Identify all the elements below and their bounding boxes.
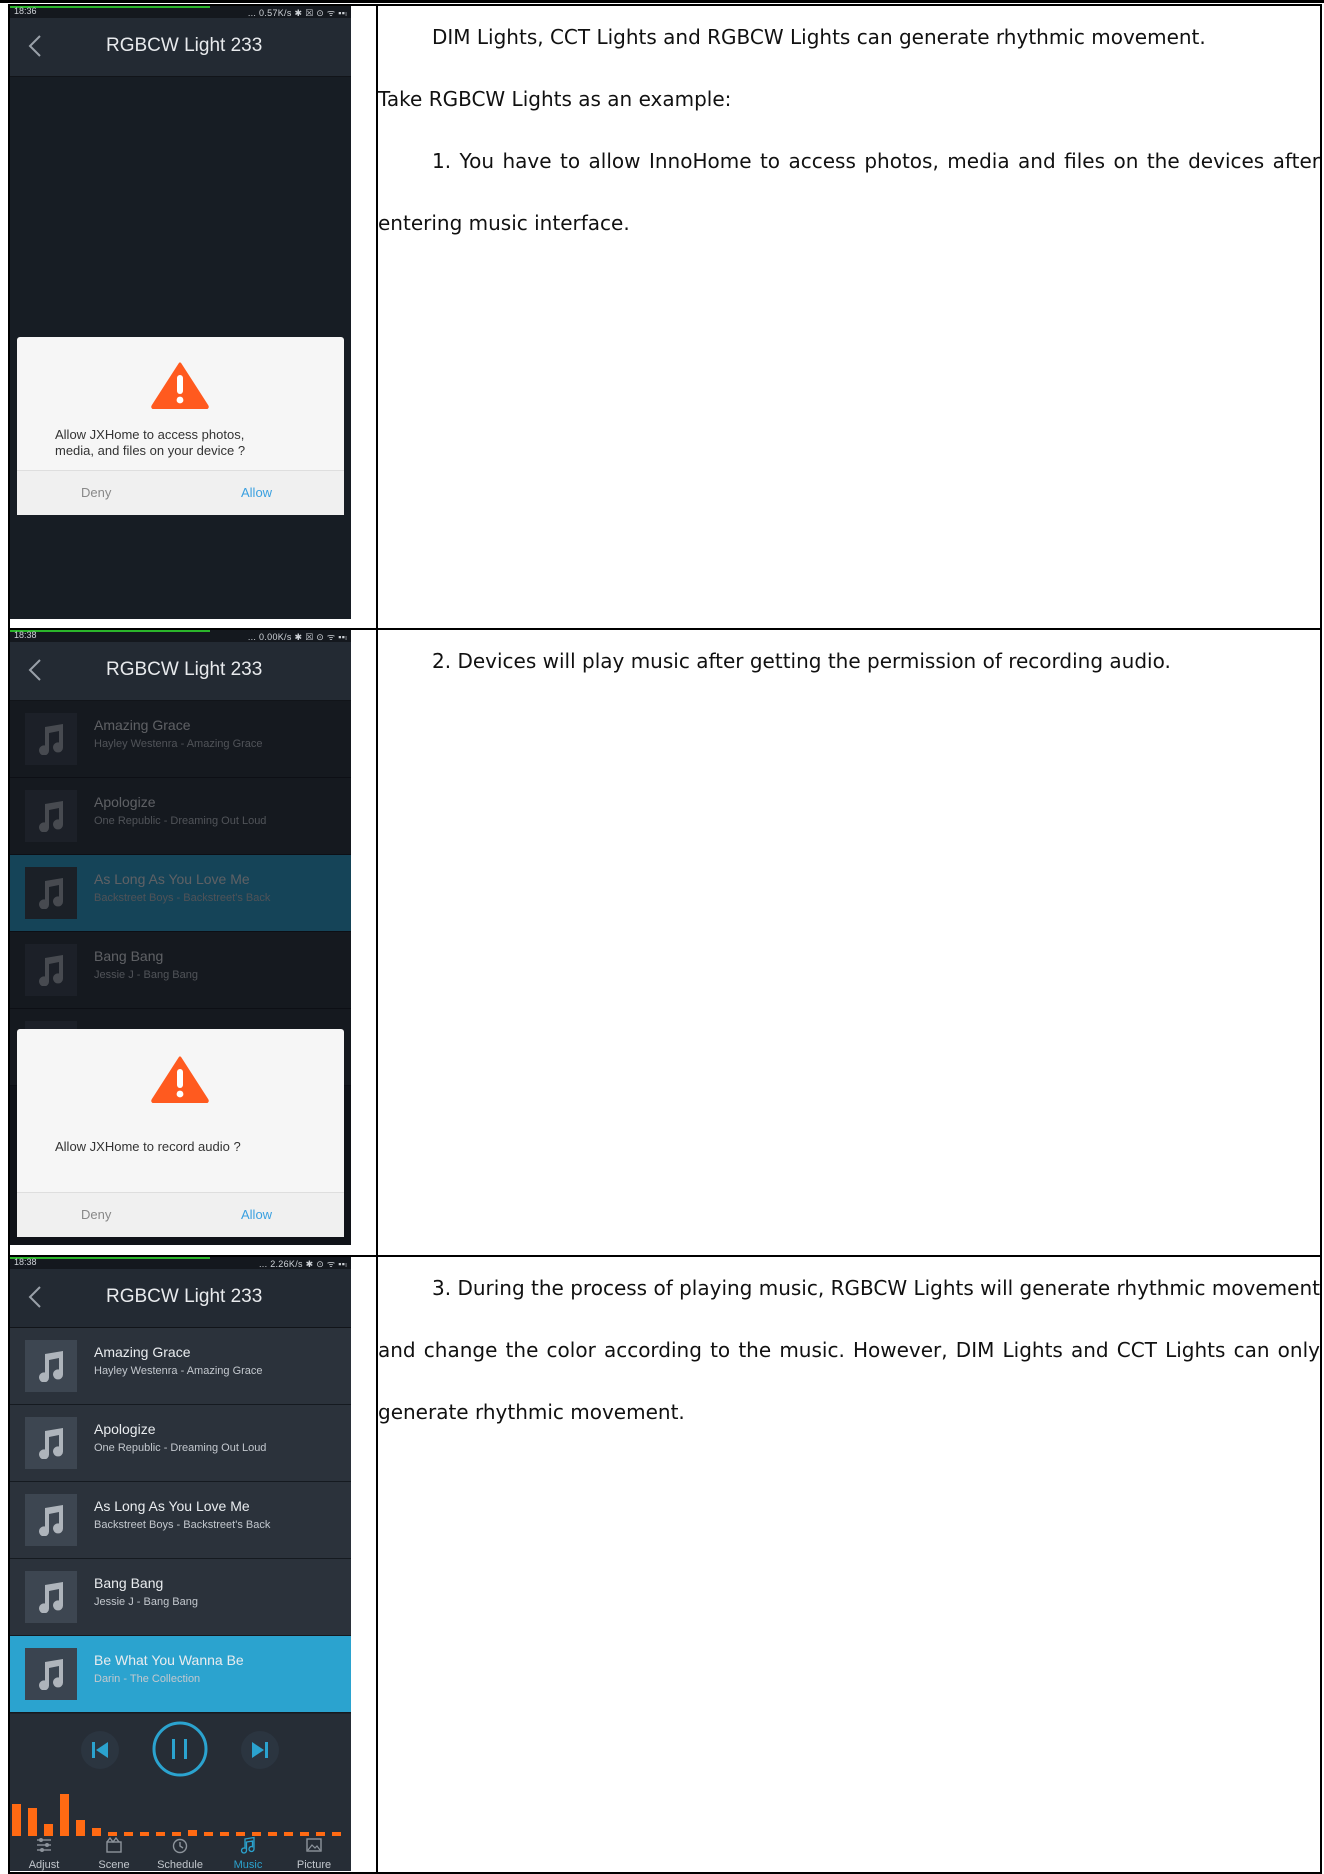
- phone-screen-permission-audio: 18:38 ... 0.00K/s ✱ ☒ ⊙ ᯤ ▪▪ₗ RGBCW Ligh…: [10, 630, 351, 1245]
- tab-label: Picture: [296, 1859, 332, 1871]
- description-cell: 2. Devices will play music after getting…: [376, 628, 1322, 1257]
- tab-adjust[interactable]: Adjust: [14, 1836, 74, 1871]
- signal-progress-bar: [10, 630, 210, 632]
- music-note-icon: [25, 1340, 77, 1392]
- table-row: 18:38 ... 2.26K/s ✱ ⊙ ᯤ ▪▪ₗ RGBCW Light …: [8, 1255, 1322, 1874]
- tab-label: Adjust: [28, 1859, 60, 1871]
- song-artist: Hayley Westenra - Amazing Grace: [94, 1365, 263, 1377]
- table-row: 18:38 ... 0.00K/s ✱ ☒ ⊙ ᯤ ▪▪ₗ RGBCW Ligh…: [8, 628, 1322, 1257]
- tab-music[interactable]: Music: [218, 1836, 278, 1871]
- nav-bar: RGBCW Light 233: [10, 642, 351, 701]
- schedule-icon: [172, 1838, 188, 1854]
- screenshot-cell: 18:38 ... 2.26K/s ✱ ⊙ ᯤ ▪▪ₗ RGBCW Light …: [8, 1255, 378, 1874]
- screenshot-cell: 18:38 ... 0.00K/s ✱ ☒ ⊙ ᯤ ▪▪ₗ RGBCW Ligh…: [8, 628, 378, 1257]
- music-player: Adjust Scene Schedule Music Picture: [10, 1714, 351, 1871]
- song-title: Bang Bang: [94, 1575, 164, 1591]
- status-bar: 18:36 ... 0.57K/s ✱ ☒ ⊙ ᯤ ▪▪ₗ: [10, 6, 351, 18]
- status-bar: 18:38 ... 2.26K/s ✱ ⊙ ᯤ ▪▪ₗ: [10, 1257, 351, 1269]
- paragraph: DIM Lights, CCT Lights and RGBCW Lights …: [432, 25, 1206, 49]
- page-top-rule: [0, 0, 1324, 3]
- back-arrow-icon[interactable]: [26, 1285, 46, 1309]
- deny-button[interactable]: Deny: [81, 1207, 111, 1222]
- dialog-message: Allow JXHome to access photos, media, an…: [55, 427, 246, 458]
- screenshot-cell: 18:36 ... 0.57K/s ✱ ☒ ⊙ ᯤ ▪▪ₗ RGBCW Ligh…: [8, 4, 378, 630]
- picture-icon: [306, 1838, 322, 1852]
- tab-picture[interactable]: Picture: [284, 1836, 344, 1871]
- signal-progress-bar: [10, 1257, 210, 1259]
- page-title: RGBCW Light 233: [106, 35, 263, 56]
- dialog-message: Allow JXHome to record audio ?: [55, 1139, 241, 1154]
- song-title: Apologize: [94, 1421, 156, 1437]
- warning-icon: [151, 1056, 209, 1103]
- description-cell: 3. During the process of playing music, …: [376, 1255, 1322, 1874]
- music-note-icon: [25, 1571, 77, 1623]
- deny-button[interactable]: Deny: [81, 485, 111, 500]
- dialog-buttons: Deny Allow: [17, 1192, 344, 1237]
- list-item[interactable]: Bang Bang Jessie J - Bang Bang: [10, 1559, 351, 1636]
- back-arrow-icon[interactable]: [26, 658, 46, 682]
- previous-icon[interactable]: [80, 1730, 120, 1770]
- song-artist: Darin - The Collection: [94, 1673, 201, 1685]
- nav-bar: RGBCW Light 233: [10, 1269, 351, 1328]
- equalizer-visualizer: [12, 1794, 341, 1836]
- pause-icon[interactable]: [151, 1720, 209, 1778]
- status-time: 18:38: [14, 630, 37, 640]
- list-item-selected[interactable]: Be What You Wanna Be Darin - The Collect…: [10, 1636, 351, 1713]
- paragraph: 1. You have to allow InnoHome to access …: [378, 149, 1320, 235]
- allow-button[interactable]: Allow: [241, 1207, 272, 1222]
- adjust-icon: [37, 1838, 51, 1852]
- next-icon[interactable]: [240, 1730, 280, 1770]
- song-title: As Long As You Love Me: [94, 1498, 250, 1514]
- song-artist: Backstreet Boys - Backstreet's Back: [94, 1519, 271, 1531]
- permission-dialog: Allow JXHome to access photos, media, an…: [17, 337, 344, 515]
- dialog-buttons: Deny Allow: [17, 470, 344, 515]
- tab-scene[interactable]: Scene: [84, 1836, 144, 1871]
- status-bar: 18:38 ... 0.00K/s ✱ ☒ ⊙ ᯤ ▪▪ₗ: [10, 630, 351, 642]
- song-artist: One Republic - Dreaming Out Loud: [94, 1442, 267, 1454]
- tab-label: Schedule: [157, 1859, 203, 1871]
- description-cell: DIM Lights, CCT Lights and RGBCW Lights …: [376, 4, 1322, 630]
- paragraph: 2. Devices will play music after getting…: [432, 649, 1171, 673]
- nav-bar: RGBCW Light 233: [10, 18, 351, 77]
- music-note-icon: [25, 1494, 77, 1546]
- tab-label: Music: [233, 1859, 263, 1871]
- music-note-icon: [25, 1417, 77, 1469]
- song-title: Amazing Grace: [94, 1344, 191, 1360]
- list-item[interactable]: As Long As You Love Me Backstreet Boys -…: [10, 1482, 351, 1559]
- instruction-table: 18:36 ... 0.57K/s ✱ ☒ ⊙ ᯤ ▪▪ₗ RGBCW Ligh…: [8, 4, 1322, 1874]
- bottom-tab-bar: Adjust Scene Schedule Music Picture: [10, 1833, 351, 1871]
- list-item[interactable]: Apologize One Republic - Dreaming Out Lo…: [10, 1405, 351, 1482]
- back-arrow-icon[interactable]: [26, 34, 46, 58]
- paragraph: 3. During the process of playing music, …: [378, 1276, 1320, 1424]
- list-item[interactable]: Amazing Grace Hayley Westenra - Amazing …: [10, 1328, 351, 1405]
- song-list: Amazing Grace Hayley Westenra - Amazing …: [10, 1328, 351, 1713]
- page-title: RGBCW Light 233: [106, 1286, 263, 1307]
- warning-icon: [151, 362, 209, 409]
- tab-schedule[interactable]: Schedule: [150, 1836, 210, 1871]
- scene-icon: [106, 1836, 122, 1853]
- allow-button[interactable]: Allow: [241, 485, 272, 500]
- phone-screen-permission-files: 18:36 ... 0.57K/s ✱ ☒ ⊙ ᯤ ▪▪ₗ RGBCW Ligh…: [10, 6, 351, 619]
- permission-dialog: Allow JXHome to record audio ? Deny Allo…: [17, 1029, 344, 1237]
- song-artist: Jessie J - Bang Bang: [94, 1596, 198, 1608]
- page-title: RGBCW Light 233: [106, 659, 263, 680]
- status-time: 18:36: [14, 6, 37, 16]
- song-title: Be What You Wanna Be: [94, 1652, 244, 1668]
- paragraph: Take RGBCW Lights as an example:: [378, 87, 732, 111]
- table-row: 18:36 ... 0.57K/s ✱ ☒ ⊙ ᯤ ▪▪ₗ RGBCW Ligh…: [8, 4, 1322, 630]
- signal-progress-bar: [10, 6, 210, 8]
- phone-screen-music-playing: 18:38 ... 2.26K/s ✱ ⊙ ᯤ ▪▪ₗ RGBCW Light …: [10, 1257, 351, 1871]
- music-icon: [240, 1836, 255, 1854]
- status-time: 18:38: [14, 1257, 37, 1267]
- tab-label: Scene: [98, 1859, 130, 1871]
- music-note-icon: [25, 1648, 77, 1700]
